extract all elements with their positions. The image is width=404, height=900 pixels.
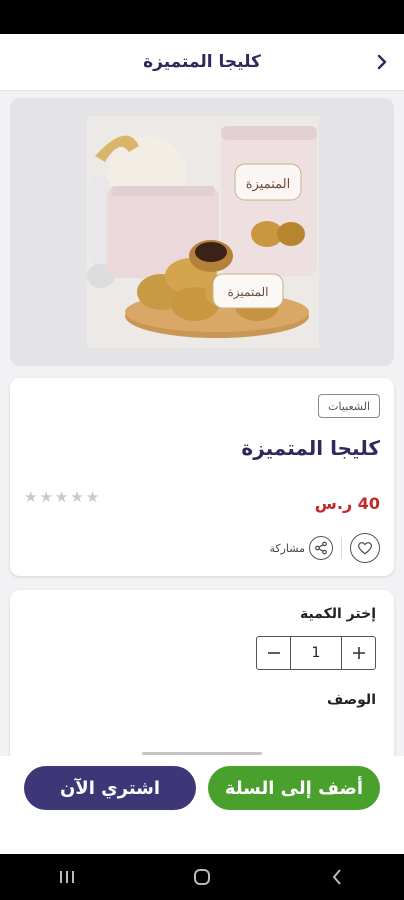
increase-quantity-button[interactable] xyxy=(342,637,375,669)
product-image[interactable]: المتميزة المتميزة xyxy=(87,116,319,348)
star-icon: ★ xyxy=(85,488,100,506)
back-arrow-icon xyxy=(332,869,341,885)
system-back-button[interactable] xyxy=(317,862,357,892)
quantity-stepper: 1 xyxy=(256,636,376,670)
star-icon: ★ xyxy=(54,488,69,506)
heart-icon xyxy=(358,541,372,554)
chevron-right-icon xyxy=(377,54,387,70)
rating-stars[interactable]: ★ ★ ★ ★ ★ xyxy=(24,488,99,506)
recent-apps-button[interactable] xyxy=(47,862,87,892)
product-image-card: المتميزة المتميزة xyxy=(10,98,394,366)
back-button[interactable] xyxy=(368,48,396,76)
plate-label-text: المتميزة xyxy=(227,285,268,299)
app-header: كليجا المتميزة xyxy=(0,34,404,91)
bottom-action-bar: أضف إلى السلة اشتري الآن xyxy=(0,756,404,854)
add-to-cart-button[interactable]: أضف إلى السلة xyxy=(208,766,380,810)
system-nav-bar xyxy=(0,854,404,900)
product-info-card: الشعبيات كليجا المتميزة 40 ر.س ★ ★ ★ ★ ★… xyxy=(10,378,394,576)
star-icon: ★ xyxy=(24,488,38,506)
favorite-button[interactable] xyxy=(350,533,380,563)
share-label: مشاركة xyxy=(269,541,305,555)
quantity-label: إختر الكمية xyxy=(300,606,376,622)
product-price: 40 ر.س xyxy=(314,494,380,513)
star-icon: ★ xyxy=(39,488,53,506)
product-actions: مشاركة xyxy=(269,533,380,563)
status-bar xyxy=(0,0,404,34)
product-name: كليجا المتميزة xyxy=(241,436,380,460)
purchase-options-card: إختر الكمية 1 الوصف xyxy=(10,590,394,770)
buy-now-button[interactable]: اشتري الآن xyxy=(24,766,196,810)
page-title: كليجا المتميزة xyxy=(143,52,261,72)
share-icon xyxy=(309,536,333,560)
quantity-value[interactable]: 1 xyxy=(290,637,342,669)
minus-icon xyxy=(267,652,280,654)
recent-apps-icon xyxy=(60,871,75,883)
home-icon xyxy=(193,869,210,885)
star-icon: ★ xyxy=(70,488,84,506)
category-badge[interactable]: الشعبيات xyxy=(318,394,380,418)
share-button[interactable]: مشاركة xyxy=(269,536,333,560)
tin-logo-text: المتميزة xyxy=(246,177,290,192)
decrease-quantity-button[interactable] xyxy=(257,637,290,669)
home-button[interactable] xyxy=(182,862,222,892)
description-label: الوصف xyxy=(326,692,376,708)
plus-icon xyxy=(352,647,365,659)
divider xyxy=(341,538,342,558)
scroll-indicator xyxy=(142,752,262,755)
